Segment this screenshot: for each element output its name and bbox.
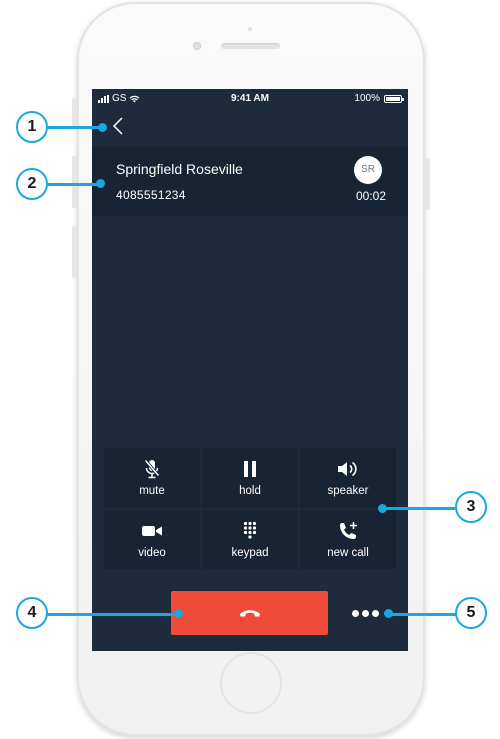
volume-down-button (72, 226, 77, 278)
call-controls: mute hold speaker video keypad new call (104, 448, 396, 569)
battery-icon (384, 94, 404, 103)
hold-button[interactable]: hold (202, 448, 298, 508)
video-camera-icon (142, 525, 162, 536)
keypad-icon (243, 521, 257, 539)
pause-icon (244, 461, 256, 477)
front-camera (193, 42, 201, 50)
callout-dot-3 (378, 504, 387, 513)
more-dots-icon (361, 609, 369, 617)
earpiece-speaker (221, 43, 280, 49)
callout-line-5 (388, 613, 456, 616)
keypad-button[interactable]: keypad (202, 509, 298, 569)
more-dots-icon (371, 609, 379, 617)
video-button[interactable]: video (104, 509, 200, 569)
callout-2: 2 (16, 168, 48, 200)
callout-1: 1 (16, 111, 48, 143)
status-right: 100% (354, 93, 404, 104)
power-button (425, 158, 430, 210)
mute-button[interactable]: mute (104, 448, 200, 508)
video-label: video (138, 546, 166, 559)
keypad-label: keypad (231, 546, 269, 559)
speaker-button[interactable]: speaker (300, 448, 396, 508)
callout-4: 4 (16, 597, 48, 629)
callout-line-3 (383, 507, 455, 510)
hold-label: hold (239, 485, 261, 497)
mute-label: mute (139, 485, 165, 497)
proximity-sensor (248, 27, 252, 31)
contact-card: Springfield Roseville 4085551234 SR 00:0… (92, 146, 408, 216)
callout-line-4 (47, 613, 179, 616)
volume-up-button (72, 156, 77, 208)
speaker-icon (338, 461, 357, 477)
back-button[interactable] (112, 116, 132, 140)
status-bar: GS 9:41 AM 100% (92, 89, 408, 109)
microphone-muted-icon (144, 459, 160, 479)
callout-line-2 (48, 183, 102, 186)
more-dots-icon (351, 609, 359, 617)
call-timer: 00:02 (355, 189, 386, 203)
chevron-left-icon (112, 117, 123, 135)
callout-dot-1 (98, 123, 107, 132)
avatar[interactable]: SR (354, 156, 382, 184)
home-button[interactable] (220, 652, 282, 714)
callout-5: 5 (455, 597, 487, 629)
callout-dot-2 (96, 179, 105, 188)
more-options-button[interactable] (348, 603, 382, 623)
speaker-label: speaker (327, 485, 369, 497)
battery-percent: 100% (354, 93, 380, 104)
callout-dot-4 (174, 609, 183, 618)
add-call-icon (340, 521, 357, 539)
end-call-button[interactable] (171, 591, 328, 635)
callout-dot-5 (384, 609, 393, 618)
contact-number: 4085551234 (116, 188, 186, 202)
new-call-label: new call (327, 546, 369, 559)
mute-switch (72, 98, 77, 128)
callout-line-1 (48, 126, 102, 129)
new-call-button[interactable]: new call (300, 509, 396, 569)
call-screen: GS 9:41 AM 100% Springfield Roseville 40… (92, 89, 408, 651)
hang-up-icon (239, 610, 260, 617)
contact-name: Springfield Roseville (116, 161, 243, 177)
callout-3: 3 (455, 491, 487, 523)
